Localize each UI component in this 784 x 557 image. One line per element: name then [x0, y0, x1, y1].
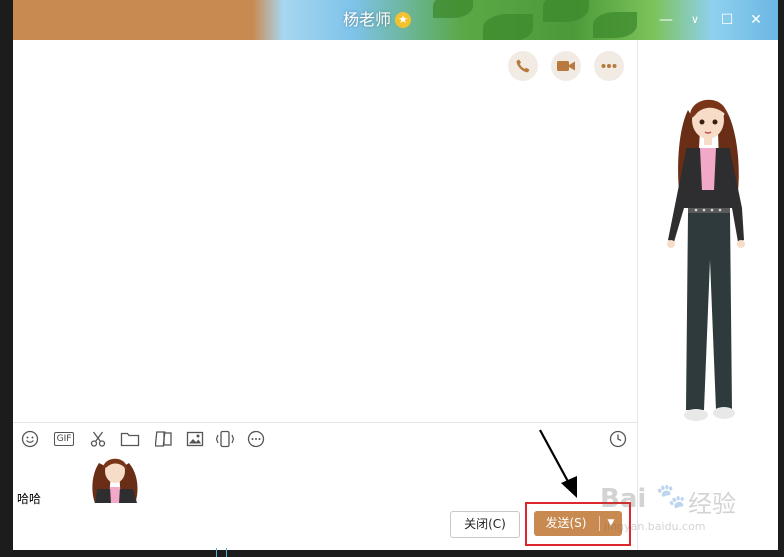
more-dots-icon	[601, 64, 617, 68]
emoji-icon[interactable]	[19, 428, 41, 450]
clock-icon[interactable]	[607, 428, 629, 450]
gif-label: GIF	[53, 432, 75, 446]
input-text: 哈哈	[17, 492, 42, 506]
video-call-button[interactable]	[551, 51, 581, 81]
leaf-decoration	[483, 14, 533, 42]
message-history-area[interactable]	[13, 40, 637, 422]
leaf-decoration	[433, 0, 473, 18]
baidu-jingyan-watermark: Bai 🐾 经验 jingyan.baidu.com	[600, 470, 770, 540]
watermark-brand-cn: 经验	[688, 490, 736, 518]
shake-window-icon[interactable]	[214, 428, 236, 450]
composer-toolbar: GIF	[13, 428, 637, 452]
leaf-decoration	[543, 0, 589, 22]
message-input[interactable]: 哈哈	[13, 454, 637, 506]
window-title: 杨老师 ★	[343, 10, 412, 30]
phone-call-button[interactable]	[508, 51, 538, 81]
gif-icon[interactable]: GIF	[51, 428, 77, 450]
more-options-button[interactable]	[594, 51, 624, 81]
contact-name: 杨老师	[343, 10, 392, 29]
video-camera-icon	[557, 61, 575, 71]
paw-icon: 🐾	[656, 482, 686, 510]
composer-divider	[13, 422, 637, 423]
girl-avatar-image	[85, 457, 147, 503]
chevron-down-icon[interactable]: ∨	[685, 10, 705, 30]
folder-icon[interactable]	[119, 428, 141, 450]
taskbar-edge	[216, 548, 217, 557]
girl-character-illustration	[667, 99, 745, 421]
watermark-url: jingyan.baidu.com	[604, 520, 706, 533]
close-icon[interactable]: ✕	[746, 10, 766, 30]
title-bar[interactable]: 杨老师 ★ — ☐ ✕ ∨	[13, 0, 778, 42]
screenshot-scissors-icon[interactable]	[87, 428, 109, 450]
maximize-icon[interactable]: ☐	[717, 10, 737, 30]
watermark-brand: Bai	[600, 484, 647, 514]
more-icon[interactable]	[245, 428, 267, 450]
sticker-icon[interactable]	[153, 428, 175, 450]
close-button[interactable]: 关闭(C)	[450, 511, 520, 538]
leaf-decoration	[593, 12, 637, 38]
minimize-icon[interactable]: —	[656, 10, 676, 30]
taskbar-edge	[226, 548, 227, 557]
chat-window: 杨老师 ★ — ☐ ✕ ∨ GIF 哈哈 关闭(C) 发送(S) ▼	[13, 0, 778, 550]
star-icon: ★	[395, 12, 412, 28]
phone-icon	[516, 59, 530, 73]
image-icon[interactable]	[184, 428, 206, 450]
